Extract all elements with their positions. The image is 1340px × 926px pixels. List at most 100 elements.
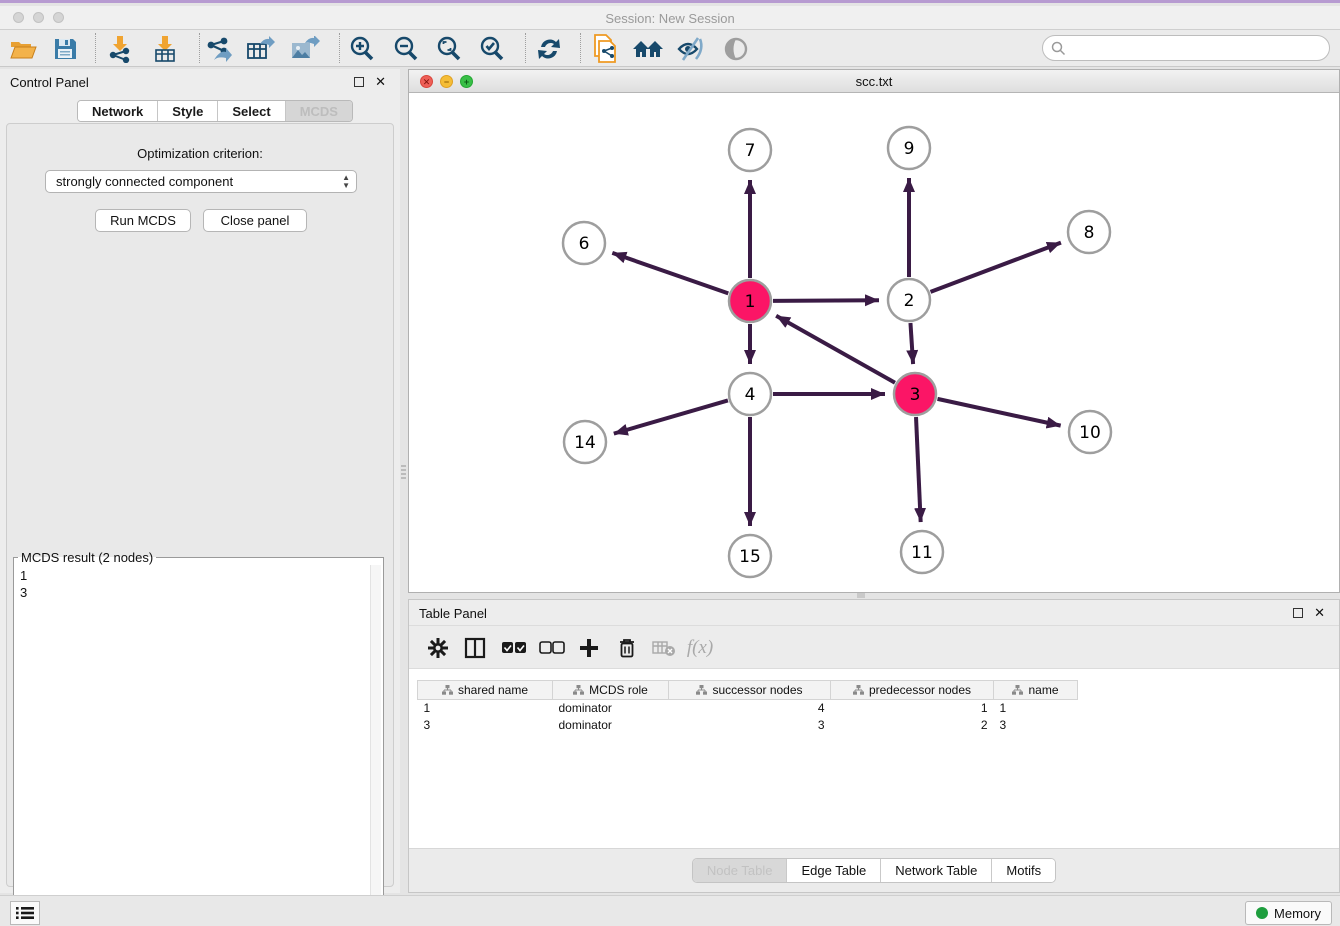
duplicate-network-icon[interactable]	[588, 32, 622, 65]
import-network-icon[interactable]	[103, 32, 137, 65]
open-session-icon[interactable]	[6, 32, 40, 65]
network-canvas[interactable]: 1 2 3 4 6 7 8 9 10 11 14 15	[409, 93, 1339, 592]
list-icon	[16, 906, 34, 920]
float-panel-icon[interactable]	[354, 77, 364, 87]
edge-1-6[interactable]	[612, 253, 728, 294]
close-panel-icon[interactable]: ✕	[375, 74, 386, 90]
optimization-criterion-select[interactable]: strongly connected component ▲▼	[45, 170, 357, 193]
zoom-selected-icon[interactable]	[475, 32, 509, 65]
export-network-icon[interactable]	[201, 32, 235, 65]
add-column-icon[interactable]	[572, 631, 606, 665]
delete-column-icon[interactable]	[610, 631, 644, 665]
node-8[interactable]: 8	[1068, 211, 1110, 253]
table-row[interactable]: 1dominator411	[418, 700, 1078, 717]
mcds-result-group: MCDS result (2 nodes) 1 3	[13, 550, 384, 926]
node-11[interactable]: 11	[901, 531, 943, 573]
memory-button[interactable]: Memory	[1245, 901, 1332, 925]
table-cell[interactable]: dominator	[553, 700, 669, 717]
tab-node-table[interactable]: Node Table	[693, 859, 788, 882]
search-input[interactable]	[1066, 38, 1329, 58]
close-panel-icon[interactable]: ✕	[1314, 605, 1325, 621]
zoom-out-icon[interactable]	[389, 32, 423, 65]
edge-4-14[interactable]	[614, 400, 728, 433]
svg-text:8: 8	[1084, 223, 1095, 243]
edge-2-3[interactable]	[910, 323, 913, 364]
select-all-icon[interactable]	[497, 631, 531, 665]
svg-text:11: 11	[911, 543, 933, 563]
tab-motifs[interactable]: Motifs	[992, 859, 1055, 882]
edge-3-1[interactable]	[776, 316, 895, 383]
node-6[interactable]: 6	[563, 222, 605, 264]
export-table-icon[interactable]	[244, 32, 278, 65]
toolbar-separator	[95, 33, 96, 63]
window-title: Session: New Session	[0, 11, 1340, 26]
node-15[interactable]: 15	[729, 535, 771, 577]
table-settings-icon[interactable]	[421, 631, 455, 665]
table-panel: Table Panel ✕	[408, 599, 1340, 893]
node-4[interactable]: 4	[729, 373, 771, 415]
table-cell[interactable]: 3	[994, 717, 1078, 734]
table-cell[interactable]: 4	[669, 700, 831, 717]
svg-text:7: 7	[745, 141, 756, 161]
refresh-layout-icon[interactable]	[532, 32, 566, 65]
node-3[interactable]: 3	[894, 373, 936, 415]
table-cell[interactable]: 3	[669, 717, 831, 734]
save-session-icon[interactable]	[48, 32, 82, 65]
column-type-icon	[442, 685, 453, 695]
table-cell[interactable]: 1	[831, 700, 994, 717]
node-7[interactable]: 7	[729, 129, 771, 171]
edge-1-2[interactable]	[773, 300, 879, 301]
show-columns-icon[interactable]	[458, 631, 492, 665]
float-panel-icon[interactable]	[1293, 608, 1303, 618]
table-cell[interactable]: dominator	[553, 717, 669, 734]
table-cell[interactable]: 3	[418, 717, 553, 734]
run-mcds-button[interactable]: Run MCDS	[95, 209, 191, 232]
table-cell[interactable]: 1	[418, 700, 553, 717]
delete-table-icon[interactable]	[647, 631, 681, 665]
tab-edge-table[interactable]: Edge Table	[787, 859, 881, 882]
zoom-fit-icon[interactable]	[432, 32, 466, 65]
mcds-result-scrollbar[interactable]	[370, 565, 381, 925]
node-14[interactable]: 14	[564, 421, 606, 463]
column-header-predecessor-nodes[interactable]: predecessor nodes	[831, 681, 994, 700]
horizontal-splitter[interactable]	[857, 593, 865, 598]
column-header-successor-nodes[interactable]: successor nodes	[669, 681, 831, 700]
column-header-name[interactable]: name	[994, 681, 1078, 700]
window-titlebar: Session: New Session	[0, 6, 1340, 30]
task-history-button[interactable]	[10, 901, 40, 925]
vertical-splitter[interactable]	[401, 465, 406, 481]
import-table-icon[interactable]	[148, 32, 182, 65]
tab-select[interactable]: Select	[218, 101, 285, 121]
node-9[interactable]: 9	[888, 127, 930, 169]
table-tabs: Node TableEdge TableNetwork TableMotifs	[692, 858, 1056, 883]
eye-icon[interactable]	[719, 32, 753, 65]
edge-3-11[interactable]	[916, 417, 921, 522]
zoom-in-icon[interactable]	[345, 32, 379, 65]
mcds-result-title: MCDS result (2 nodes)	[18, 550, 156, 565]
select-stepper-icon: ▲▼	[342, 174, 350, 190]
export-image-icon[interactable]	[288, 32, 322, 65]
table-row[interactable]: 3dominator323	[418, 717, 1078, 734]
column-header-shared-name[interactable]: shared name	[418, 681, 553, 700]
tab-style[interactable]: Style	[158, 101, 218, 121]
close-panel-button[interactable]: Close panel	[203, 209, 307, 232]
table-cell[interactable]: 2	[831, 717, 994, 734]
node-1[interactable]: 1	[729, 280, 771, 322]
node-2[interactable]: 2	[888, 279, 930, 321]
column-type-icon	[573, 685, 584, 695]
tab-network[interactable]: Network	[78, 101, 158, 121]
home-icon[interactable]	[631, 32, 665, 65]
table-cell[interactable]: 1	[994, 700, 1078, 717]
node-10[interactable]: 10	[1069, 411, 1111, 453]
tab-mcds[interactable]: MCDS	[286, 101, 352, 121]
tab-network-table[interactable]: Network Table	[881, 859, 992, 882]
mcds-result-text[interactable]: 1 3	[16, 565, 368, 925]
optimization-criterion-value: strongly connected component	[56, 174, 233, 189]
column-header-MCDS-role[interactable]: MCDS role	[553, 681, 669, 700]
search-box[interactable]	[1042, 35, 1330, 61]
style-visibility-icon[interactable]	[674, 32, 708, 65]
main-toolbar	[0, 30, 1340, 67]
edge-3-10[interactable]	[937, 399, 1060, 426]
deselect-all-icon[interactable]	[535, 631, 569, 665]
edge-2-8[interactable]	[931, 243, 1061, 292]
